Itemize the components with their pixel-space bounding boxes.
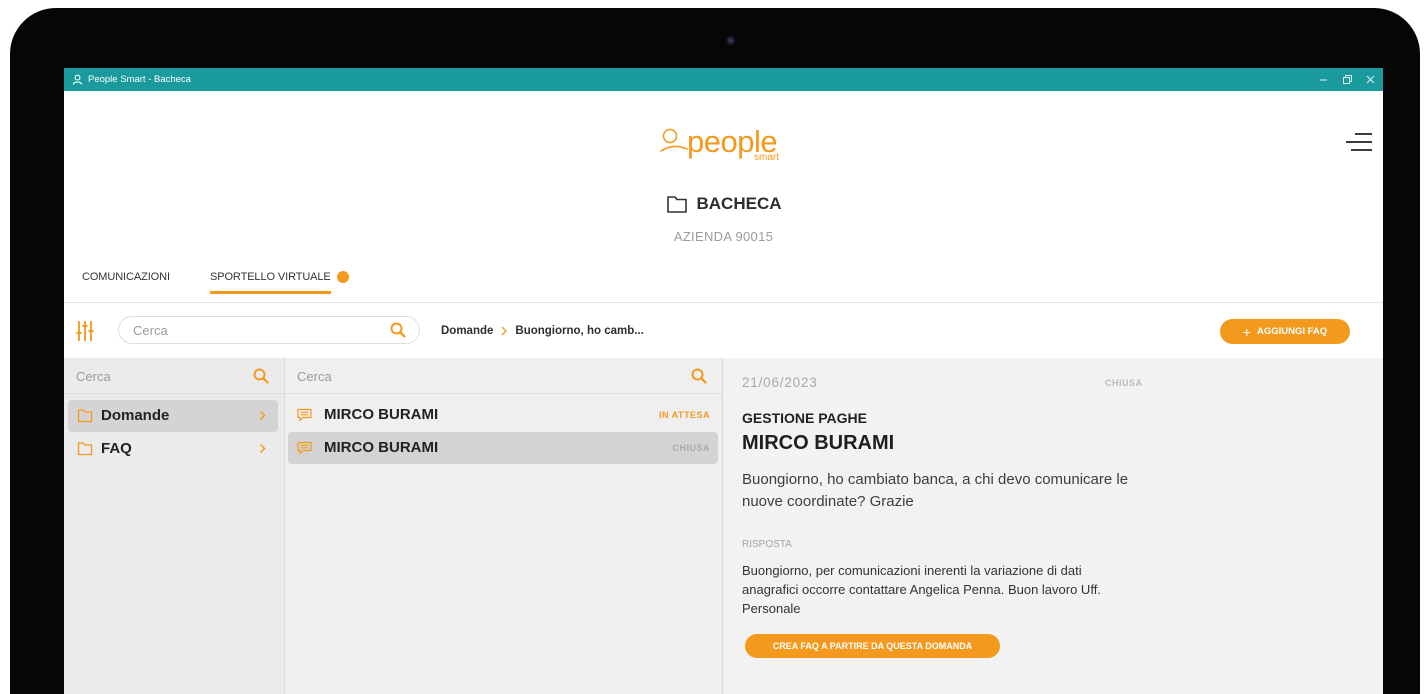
status-badge: IN ATTESA <box>659 410 710 420</box>
category-label: Domande <box>101 407 170 424</box>
app-header: people smart BACHECA AZIENDA 90015 COMUN… <box>64 91 1383 303</box>
chevron-right-icon <box>259 443 266 454</box>
question-text: Buongiorno, ho cambiato banca, a chi dev… <box>742 471 1129 510</box>
question-list-pane: MIRCO BURAMI IN ATTESA MIRCO BURAMI CHIU… <box>284 358 722 694</box>
category-item-domande[interactable]: Domande <box>68 400 278 432</box>
category-search <box>64 358 284 394</box>
title-bar: People Smart - Bacheca <box>64 68 1383 91</box>
search-input[interactable] <box>133 321 383 339</box>
logo-subword: smart <box>754 152 779 163</box>
search-icon[interactable] <box>691 368 707 384</box>
app-window: People Smart - Bacheca people smart BACH… <box>64 68 1383 694</box>
notification-dot <box>336 271 349 283</box>
tab-bar: COMUNICAZIONI SPORTELLO VIRTUALE <box>64 269 1383 299</box>
people-smart-logo: people smart <box>660 122 860 172</box>
hamburger-menu-icon[interactable] <box>1345 131 1373 153</box>
add-faq-label: AGGIUNGI FAQ <box>1256 325 1328 337</box>
question-row[interactable]: MIRCO BURAMI IN ATTESA <box>288 400 718 430</box>
folder-icon <box>77 409 93 423</box>
window-title: People Smart - Bacheca <box>88 74 191 85</box>
chat-bubble-icon <box>297 408 312 422</box>
company-name: AZIENDA 90015 <box>673 229 774 244</box>
camera-dot <box>726 36 735 45</box>
question-author: MIRCO BURAMI <box>324 406 439 423</box>
question-date: 21/06/2023 <box>742 375 818 390</box>
chevron-right-icon <box>259 410 266 421</box>
question-author: MIRCO BURAMI <box>324 439 439 456</box>
chat-bubble-icon <box>297 441 312 455</box>
search-box <box>118 316 420 344</box>
add-faq-button[interactable]: + AGGIUNGI FAQ <box>1220 319 1350 344</box>
status-badge: CHIUSA <box>672 443 710 453</box>
plus-icon: + <box>1242 323 1251 340</box>
filter-sliders-icon[interactable] <box>76 320 94 342</box>
restore-icon[interactable] <box>1342 74 1353 85</box>
chevron-right-icon <box>501 326 508 336</box>
category-search-input[interactable] <box>76 368 236 384</box>
question-author: MIRCO BURAMI <box>742 432 895 454</box>
tab-label: SPORTELLO VIRTUALE <box>210 269 331 294</box>
answer-text: Buongiorno, per comunicazioni inerenti l… <box>742 563 1101 616</box>
breadcrumb-item-current: Buongiorno, ho camb... <box>515 325 644 337</box>
folder-icon <box>77 442 93 456</box>
page-title: BACHECA <box>64 192 1383 216</box>
question-search <box>285 358 722 394</box>
tab-label: COMUNICAZIONI <box>82 271 170 283</box>
search-icon[interactable] <box>253 368 269 384</box>
folder-icon <box>666 196 687 213</box>
category-label: FAQ <box>101 440 132 457</box>
category-item-faq[interactable]: FAQ <box>68 434 278 464</box>
breadcrumb: Domande Buongiorno, ho camb... <box>441 322 644 340</box>
tab-comunicazioni[interactable]: COMUNICAZIONI <box>82 269 170 285</box>
search-icon[interactable] <box>390 322 406 338</box>
create-faq-button[interactable]: CREA FAQ A PARTIRE DA QUESTA DOMANDA <box>745 634 1000 658</box>
toolbar: Domande Buongiorno, ho camb... + AGGIUNG… <box>64 304 1383 358</box>
question-category: GESTIONE PAGHE <box>742 410 867 426</box>
breadcrumb-item-domande[interactable]: Domande <box>441 322 493 340</box>
answer-label: RISPOSTA <box>742 539 792 550</box>
content-panes: Domande FAQ <box>64 358 1383 694</box>
question-detail-pane: 21/06/2023 CHIUSA GESTIONE PAGHE MIRCO B… <box>722 358 1383 694</box>
question-row[interactable]: MIRCO BURAMI CHIUSA <box>288 432 718 464</box>
question-search-input[interactable] <box>297 368 457 384</box>
device-frame: People Smart - Bacheca people smart BACH… <box>10 8 1420 694</box>
close-icon[interactable] <box>1365 74 1376 85</box>
category-pane: Domande FAQ <box>64 358 284 694</box>
page-title-text: BACHECA <box>696 194 782 213</box>
status-badge: CHIUSA <box>1105 378 1143 388</box>
tab-sportello-virtuale[interactable]: SPORTELLO VIRTUALE <box>210 269 349 294</box>
people-logo-icon <box>660 128 688 152</box>
minimize-icon[interactable] <box>1318 74 1329 85</box>
user-icon <box>72 74 83 85</box>
